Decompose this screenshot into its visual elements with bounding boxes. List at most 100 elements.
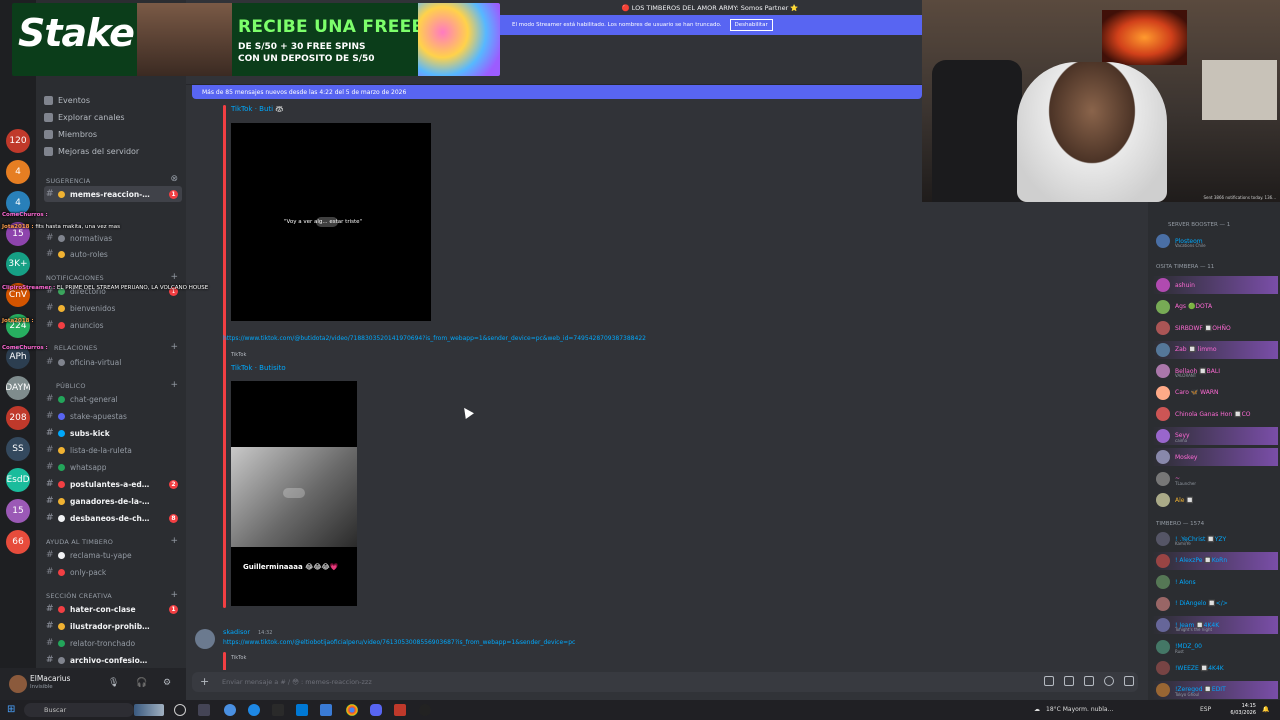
windows-start-icon[interactable]: ⊞ (7, 704, 15, 715)
server-icon[interactable]: EsdD (6, 468, 30, 492)
cortana-icon[interactable] (174, 704, 186, 716)
disable-streamer-button[interactable]: Deshabilitar (729, 19, 773, 31)
channel-memes-reaccion[interactable]: # memes-reaccion-... 1 (44, 186, 182, 202)
member-row[interactable]: Chinola Ganas Hon 🔲CO (1152, 405, 1278, 423)
server-icon[interactable]: DAYM (6, 375, 30, 400)
obs-studio-icon[interactable] (419, 704, 431, 716)
microphone-icon[interactable]: 🎙 (108, 678, 119, 688)
channel-lista-de-la-ruleta[interactable]: # lista-de-la-ruleta (44, 442, 182, 458)
channel-normativas[interactable]: # normativas (44, 230, 182, 246)
category-public[interactable]: PÚBLICO (56, 382, 86, 390)
task-view-icon[interactable] (198, 704, 210, 716)
category-suggestion[interactable]: Sugerencia (46, 177, 90, 185)
weather-text[interactable]: 18°C Mayorm. nubla... (1046, 706, 1113, 713)
clock[interactable]: 14:15 6/03/2026 (1230, 703, 1256, 717)
channel-relator-tronchado[interactable]: # relator-tronchado (44, 635, 182, 651)
avatar[interactable] (9, 675, 27, 693)
channel-bienvenidos[interactable]: # bienvenidos (44, 300, 182, 316)
member-row[interactable]: ! Jeam 🔲4K4K Tonight's the night (1152, 616, 1278, 634)
member-row[interactable]: ! .YeChrist 🔲YZY Kami/Ye (1152, 530, 1278, 548)
member-row[interactable]: !WEEZE 🔲4K4K (1152, 659, 1278, 677)
server-icon[interactable]: 15 (6, 498, 30, 523)
play-icon[interactable] (283, 488, 305, 498)
channel-anuncios[interactable]: # anuncios (44, 317, 182, 333)
member-row[interactable]: ! AlexzPe 🔲KoRn (1152, 551, 1278, 570)
menu-members[interactable]: Miembros (44, 130, 97, 139)
server-icon[interactable]: SS (6, 437, 30, 462)
channel-hater-con-clase[interactable]: # hater-con-clase 1 (44, 601, 182, 617)
close-icon[interactable]: ⊗ (170, 174, 178, 184)
avatar[interactable] (195, 629, 215, 649)
message-composer[interactable]: + Enviar mensaje a # / 😳 : memes-reaccio… (192, 672, 1138, 692)
channel-ilustrador-prohibido[interactable]: # ilustrador-prohibido (44, 618, 182, 634)
channel-postulantes-a-edi[interactable]: # postulantes-a-edi... 2 (44, 476, 182, 492)
channel-oficina-virtual[interactable]: # oficina-virtual (44, 354, 182, 370)
channel-archivo-confesiones[interactable]: # archivo-confesiones (44, 652, 182, 668)
gear-icon[interactable]: ⚙ (163, 678, 171, 688)
member-row[interactable]: Caro 🦋 WARN (1152, 384, 1278, 402)
member-row[interactable]: Seyy caima (1152, 426, 1278, 445)
stake-ad-banner[interactable]: Stake RECIBE UNA FREEBET DE S/50 + 30 FR… (12, 3, 500, 76)
language-indicator[interactable]: ESP (1200, 706, 1211, 713)
terminal-icon[interactable] (272, 704, 284, 716)
embed-title[interactable]: TikTok · Butisito (231, 364, 286, 372)
menu-browse-channels[interactable]: Explorar canales (44, 113, 125, 122)
member-row[interactable]: !Zeregod 🔲EDIT Tokyo Ghoul (1152, 680, 1278, 699)
menu-events[interactable]: Eventos (44, 96, 90, 105)
member-row[interactable]: ~ TLauncher (1152, 470, 1278, 488)
user-name[interactable]: ElMacarius (30, 674, 70, 683)
add-channel-icon[interactable]: + (170, 590, 178, 600)
server-icon[interactable]: 66 (6, 529, 30, 554)
add-attachment-icon[interactable]: + (200, 675, 209, 688)
taskbar-search[interactable]: Buscar (24, 703, 134, 717)
search-highlight-icon[interactable] (134, 704, 164, 716)
channel-desbaneos-de-ch[interactable]: # desbaneos-de-ch... 8 (44, 510, 182, 526)
obs-icon[interactable] (394, 704, 406, 716)
category-help[interactable]: AYUDA AL TIMBERO (46, 538, 113, 546)
play-icon[interactable] (316, 217, 338, 227)
copilot-icon[interactable] (224, 704, 236, 716)
server-icon[interactable]: 120 (6, 129, 30, 154)
app-icon[interactable] (320, 704, 332, 716)
message-link[interactable]: https://www.tiktok.com/@eltiobotijaofici… (223, 639, 575, 646)
member-row[interactable]: SIRBDWF 🔲OHÑO (1152, 319, 1278, 337)
category-creative[interactable]: SECCIÓN CREATIVA (46, 592, 112, 600)
server-icon[interactable]: 3K+ (6, 252, 30, 277)
add-channel-icon[interactable]: + (170, 342, 178, 352)
message-link[interactable]: https://www.tiktok.com/@butidota2/video/… (223, 335, 646, 342)
store-icon[interactable] (296, 704, 308, 716)
discord-icon[interactable] (370, 704, 382, 716)
emoji-icon[interactable] (1104, 676, 1114, 686)
member-row[interactable]: ! DiAngelo 🔲</> (1152, 595, 1278, 613)
headphones-icon[interactable]: 🎧 (136, 678, 147, 688)
new-messages-banner[interactable]: Más de 85 mensajes nuevos desde las 4:22… (192, 85, 922, 99)
channel-auto-roles[interactable]: # auto-roles (44, 246, 182, 262)
channel-whatsapp[interactable]: # whatsapp (44, 459, 182, 475)
channel-only-pack[interactable]: # only-pack (44, 564, 182, 580)
notification-icon[interactable]: 🔔 (1262, 706, 1269, 713)
sticker-icon[interactable] (1084, 676, 1094, 686)
weather-icon[interactable]: ☁ (1034, 706, 1040, 713)
chrome-icon[interactable] (346, 704, 358, 716)
member-row[interactable]: Ale 🔲 (1152, 491, 1278, 509)
member-row[interactable]: Ags 🟢DOTA (1152, 298, 1278, 316)
member-row[interactable]: Plosteom Vacations Chile (1152, 232, 1278, 250)
member-row[interactable]: Zab 🔲 limmo (1152, 340, 1278, 359)
member-row[interactable]: ! Alons (1152, 573, 1278, 591)
channel-chat-general[interactable]: # chat-general (44, 391, 182, 407)
add-channel-icon[interactable]: + (170, 272, 178, 282)
edge-icon[interactable] (248, 704, 260, 716)
apps-icon[interactable] (1124, 676, 1134, 686)
member-row[interactable]: ashuin (1152, 276, 1278, 294)
gift-icon[interactable] (1044, 676, 1054, 686)
member-row[interactable]: !MDZ_00 Rust (1152, 638, 1278, 656)
add-channel-icon[interactable]: + (170, 536, 178, 546)
channel-reclama-tu-yape[interactable]: # reclama-tu-yape (44, 547, 182, 563)
menu-server-boosts[interactable]: Mejoras del servidor (44, 147, 139, 156)
channel-subs-kick[interactable]: # subs-kick (44, 425, 182, 441)
category-notifications[interactable]: NOTIFICACIONES (46, 274, 104, 282)
server-icon[interactable]: 4 (6, 160, 30, 184)
gif-icon[interactable] (1064, 676, 1074, 686)
message-author[interactable]: skadisor (223, 628, 250, 636)
member-row[interactable]: Moskey (1152, 448, 1278, 466)
